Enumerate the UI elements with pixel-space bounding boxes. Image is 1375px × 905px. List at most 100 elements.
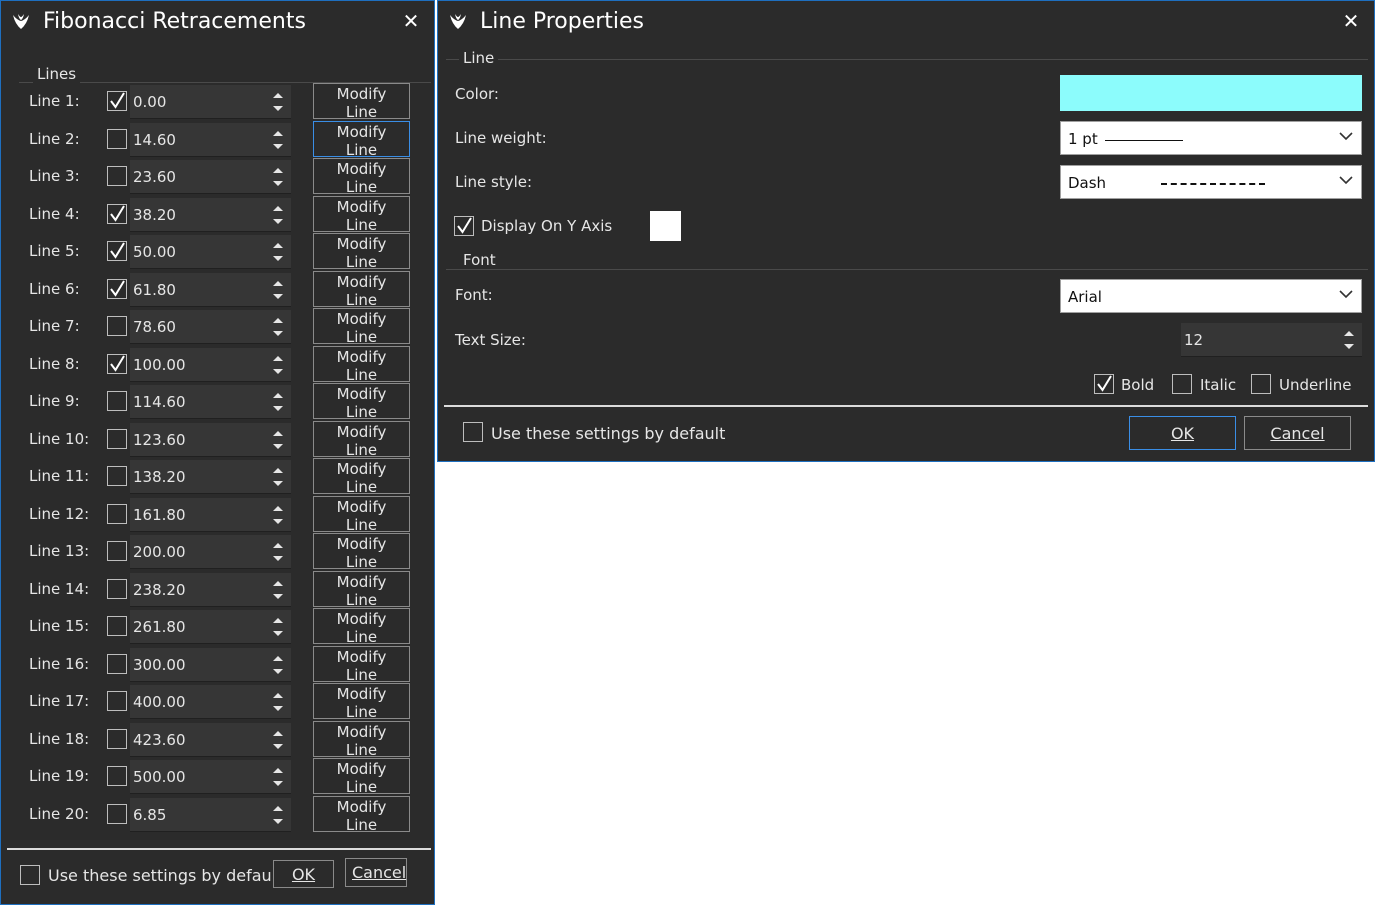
modify-line-button[interactable]: Modify Line <box>313 683 410 721</box>
spinner-arrows-icon[interactable] <box>271 427 285 453</box>
spinner-arrows-icon[interactable] <box>271 577 285 603</box>
cancel-button[interactable]: Cancel <box>345 858 407 887</box>
spinner-arrows-icon[interactable] <box>1342 327 1356 353</box>
spinner-arrows-icon[interactable] <box>271 239 285 265</box>
line-properties-titlebar[interactable]: Line Properties ✕ <box>438 1 1374 43</box>
modify-line-button[interactable]: Modify Line <box>313 570 410 609</box>
line-value-spinner[interactable]: 0.00 <box>130 85 291 119</box>
line-value-spinner[interactable]: 61.80 <box>130 272 291 307</box>
cancel-button[interactable]: Cancel <box>1244 416 1351 450</box>
modify-line-button[interactable]: Modify Line <box>313 533 410 571</box>
line-value-spinner[interactable]: 500.00 <box>130 760 291 794</box>
line-enabled-checkbox[interactable] <box>107 91 127 111</box>
ok-button[interactable]: OK <box>1129 416 1236 450</box>
modify-line-button[interactable]: Modify Line <box>313 158 410 196</box>
line-value-spinner[interactable]: 114.60 <box>130 385 291 419</box>
line-enabled-checkbox[interactable] <box>107 541 127 561</box>
modify-line-button[interactable]: Modify Line <box>313 383 410 421</box>
modify-line-button[interactable]: Modify Line <box>313 345 410 384</box>
spinner-arrows-icon[interactable] <box>271 89 285 115</box>
modify-line-button[interactable]: Modify Line <box>313 83 410 121</box>
spinner-arrows-icon[interactable] <box>271 614 285 640</box>
spinner-arrows-icon[interactable] <box>271 314 285 340</box>
modify-line-button[interactable]: Modify Line <box>313 720 410 759</box>
line-value-spinner[interactable]: 423.60 <box>130 722 291 757</box>
line-enabled-checkbox[interactable] <box>107 728 127 749</box>
line-value-spinner[interactable]: 300.00 <box>130 647 291 682</box>
line-value-spinner[interactable]: 100.00 <box>130 347 291 382</box>
modify-line-button[interactable]: Modify Line <box>313 645 410 684</box>
modify-line-button[interactable]: Modify Line <box>313 120 410 159</box>
line-enabled-checkbox[interactable] <box>107 391 127 411</box>
line-enabled-checkbox[interactable] <box>107 428 127 449</box>
close-icon[interactable]: ✕ <box>1340 9 1362 33</box>
line-enabled-checkbox[interactable] <box>107 691 127 711</box>
line-value-spinner[interactable]: 161.80 <box>130 497 291 532</box>
line-enabled-checkbox[interactable] <box>107 616 127 636</box>
modify-line-button[interactable]: Modify Line <box>313 795 410 834</box>
line-value-spinner[interactable]: 200.00 <box>130 535 291 569</box>
line-value-spinner[interactable]: 138.20 <box>130 460 291 494</box>
use-default-checkbox[interactable] <box>463 422 483 442</box>
line-enabled-checkbox[interactable] <box>107 803 127 824</box>
line-enabled-checkbox[interactable] <box>107 278 127 299</box>
fibonacci-titlebar[interactable]: Fibonacci Retracements ✕ <box>1 1 434 43</box>
line-enabled-checkbox[interactable] <box>107 466 127 486</box>
line-value-spinner[interactable]: 23.60 <box>130 160 291 194</box>
line-enabled-checkbox[interactable] <box>107 316 127 336</box>
modify-line-button[interactable]: Modify Line <box>313 758 410 796</box>
bold-checkbox[interactable] <box>1094 374 1114 394</box>
modify-line-button[interactable]: Modify Line <box>313 308 410 346</box>
spinner-arrows-icon[interactable] <box>271 352 285 378</box>
modify-line-button[interactable]: Modify Line <box>313 608 410 646</box>
line-value-spinner[interactable]: 6.85 <box>130 797 291 832</box>
line-value-spinner[interactable]: 400.00 <box>130 685 291 719</box>
line-enabled-checkbox[interactable] <box>107 653 127 674</box>
use-default-checkbox[interactable] <box>20 865 40 885</box>
line-value-spinner[interactable]: 14.60 <box>130 122 291 157</box>
spinner-arrows-icon[interactable] <box>271 539 285 565</box>
line-enabled-checkbox[interactable] <box>107 166 127 186</box>
spinner-arrows-icon[interactable] <box>271 164 285 190</box>
display-on-y-axis-checkbox[interactable] <box>454 216 474 236</box>
line-value-spinner[interactable]: 50.00 <box>130 235 291 269</box>
underline-checkbox[interactable] <box>1251 374 1271 394</box>
line-weight-select[interactable]: 1 pt <box>1060 121 1362 155</box>
spinner-arrows-icon[interactable] <box>271 127 285 153</box>
text-size-spinner[interactable]: 12 <box>1181 323 1362 357</box>
spinner-arrows-icon[interactable] <box>271 764 285 790</box>
line-enabled-checkbox[interactable] <box>107 241 127 261</box>
spinner-arrows-icon[interactable] <box>271 802 285 828</box>
spinner-arrows-icon[interactable] <box>271 502 285 528</box>
spinner-arrows-icon[interactable] <box>271 652 285 678</box>
y-axis-color-swatch[interactable] <box>650 211 681 241</box>
modify-line-button[interactable]: Modify Line <box>313 458 410 496</box>
modify-line-button[interactable]: Modify Line <box>313 270 410 309</box>
modify-line-button[interactable]: Modify Line <box>313 420 410 459</box>
modify-line-button[interactable]: Modify Line <box>313 195 410 234</box>
italic-checkbox[interactable] <box>1172 374 1192 394</box>
line-enabled-checkbox[interactable] <box>107 128 127 149</box>
ok-button[interactable]: OK <box>273 860 334 888</box>
spinner-arrows-icon[interactable] <box>271 464 285 490</box>
line-style-select[interactable]: Dash <box>1060 165 1362 199</box>
line-value-spinner[interactable]: 78.60 <box>130 310 291 344</box>
line-value-spinner[interactable]: 38.20 <box>130 197 291 232</box>
spinner-arrows-icon[interactable] <box>271 277 285 303</box>
line-enabled-checkbox[interactable] <box>107 578 127 599</box>
spinner-arrows-icon[interactable] <box>271 202 285 228</box>
line-value-spinner[interactable]: 123.60 <box>130 422 291 457</box>
font-select[interactable]: Arial <box>1060 279 1362 313</box>
color-swatch[interactable] <box>1060 75 1362 111</box>
close-icon[interactable]: ✕ <box>400 9 422 33</box>
spinner-arrows-icon[interactable] <box>271 727 285 753</box>
line-enabled-checkbox[interactable] <box>107 503 127 524</box>
line-value-spinner[interactable]: 238.20 <box>130 572 291 607</box>
line-enabled-checkbox[interactable] <box>107 766 127 786</box>
modify-line-button[interactable]: Modify Line <box>313 233 410 271</box>
spinner-arrows-icon[interactable] <box>271 689 285 715</box>
line-value-spinner[interactable]: 261.80 <box>130 610 291 644</box>
line-enabled-checkbox[interactable] <box>107 353 127 374</box>
spinner-arrows-icon[interactable] <box>271 389 285 415</box>
line-enabled-checkbox[interactable] <box>107 203 127 224</box>
